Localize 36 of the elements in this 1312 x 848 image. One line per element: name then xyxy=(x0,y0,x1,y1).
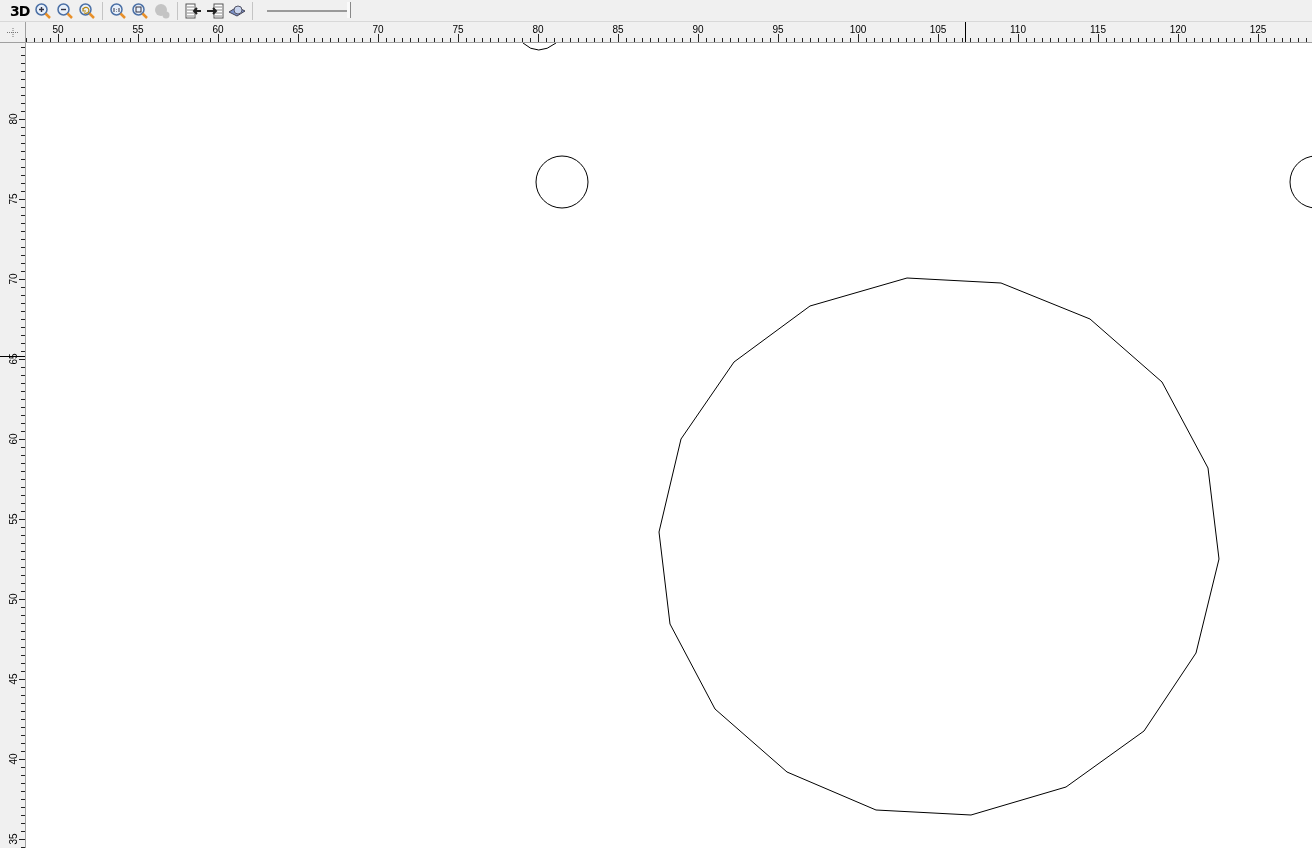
ruler-label: 50 xyxy=(8,593,19,605)
magnifier-icon xyxy=(153,1,172,20)
ruler-label: 70 xyxy=(372,24,384,35)
small-circle xyxy=(535,155,589,209)
ruler-label: 80 xyxy=(8,113,19,125)
ruler-label: 50 xyxy=(52,24,64,35)
import-icon xyxy=(184,1,203,20)
toolbar-button[interactable] xyxy=(204,0,227,21)
ruler-label: 90 xyxy=(692,24,704,35)
ruler-label: 60 xyxy=(212,24,224,35)
ruler-label: 100 xyxy=(849,24,867,35)
ruler-label: 115 xyxy=(1090,24,1106,35)
cursor-marker xyxy=(965,22,966,42)
cursor-marker xyxy=(0,356,25,357)
ruler-label: 65 xyxy=(292,24,304,35)
ruler-label: 60 xyxy=(8,433,19,445)
export-icon xyxy=(206,1,225,20)
ruler-label: 80 xyxy=(532,24,544,35)
ruler-label: 75 xyxy=(452,24,464,35)
ruler-label: 45 xyxy=(8,673,19,685)
slider-thumb[interactable] xyxy=(347,1,352,18)
ruler-label: 110 xyxy=(1010,24,1026,35)
ruler-label: 35 xyxy=(8,833,19,845)
view-3d-button[interactable]: 3D xyxy=(10,2,30,19)
ruler-label: 40 xyxy=(8,753,19,765)
ruler-label: 55 xyxy=(132,24,144,35)
arc-segment xyxy=(522,43,559,51)
crosshair-icon xyxy=(6,27,19,37)
ruler-label: 120 xyxy=(1169,24,1187,35)
ruler-label: 70 xyxy=(8,273,19,285)
ruler-label: 75 xyxy=(8,193,19,205)
ruler-label: 85 xyxy=(612,24,624,35)
ruler-label: 105 xyxy=(929,24,947,35)
ruler-label: 55 xyxy=(8,513,19,525)
ruler-label: 95 xyxy=(772,24,784,35)
ruler-label: 125 xyxy=(1249,24,1267,35)
